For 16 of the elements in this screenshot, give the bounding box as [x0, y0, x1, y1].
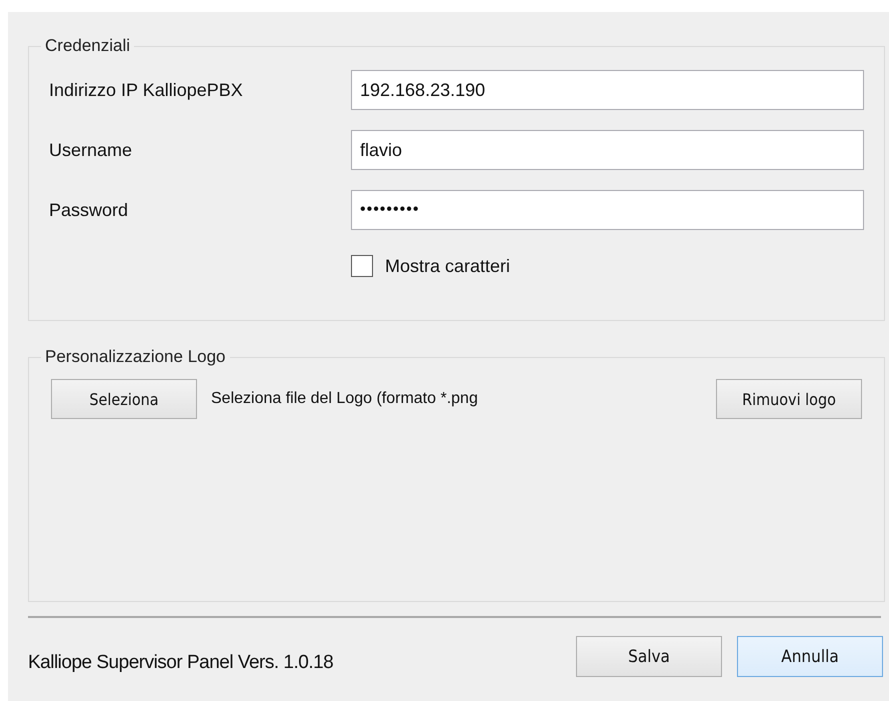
field-label: Password	[49, 200, 130, 220]
file-hint: Seleziona file del Logo (formato *.png	[211, 390, 479, 408]
password-field[interactable]: •••••••••	[351, 190, 864, 230]
field-label: Username	[49, 140, 134, 160]
dialog-button[interactable]: Salva	[576, 636, 722, 677]
checkbox[interactable]	[351, 255, 373, 277]
input-field[interactable]: flavio	[351, 130, 864, 170]
select-button[interactable]: Seleziona	[51, 379, 197, 419]
group-title: Credenziali	[44, 36, 132, 56]
field-label: Indirizzo IP KalliopePBX	[49, 80, 244, 100]
group-title: Personalizzazione Logo	[44, 347, 227, 367]
input-field[interactable]: 192.168.23.190	[351, 70, 864, 110]
dialog-button[interactable]: Annulla	[737, 636, 883, 677]
remove-logo-button[interactable]: Rimuovi logo	[716, 379, 862, 419]
version-label: Kalliope Supervisor Panel Vers. 1.0.18	[28, 652, 334, 674]
checkbox-label[interactable]: Mostra caratteri	[385, 256, 510, 276]
